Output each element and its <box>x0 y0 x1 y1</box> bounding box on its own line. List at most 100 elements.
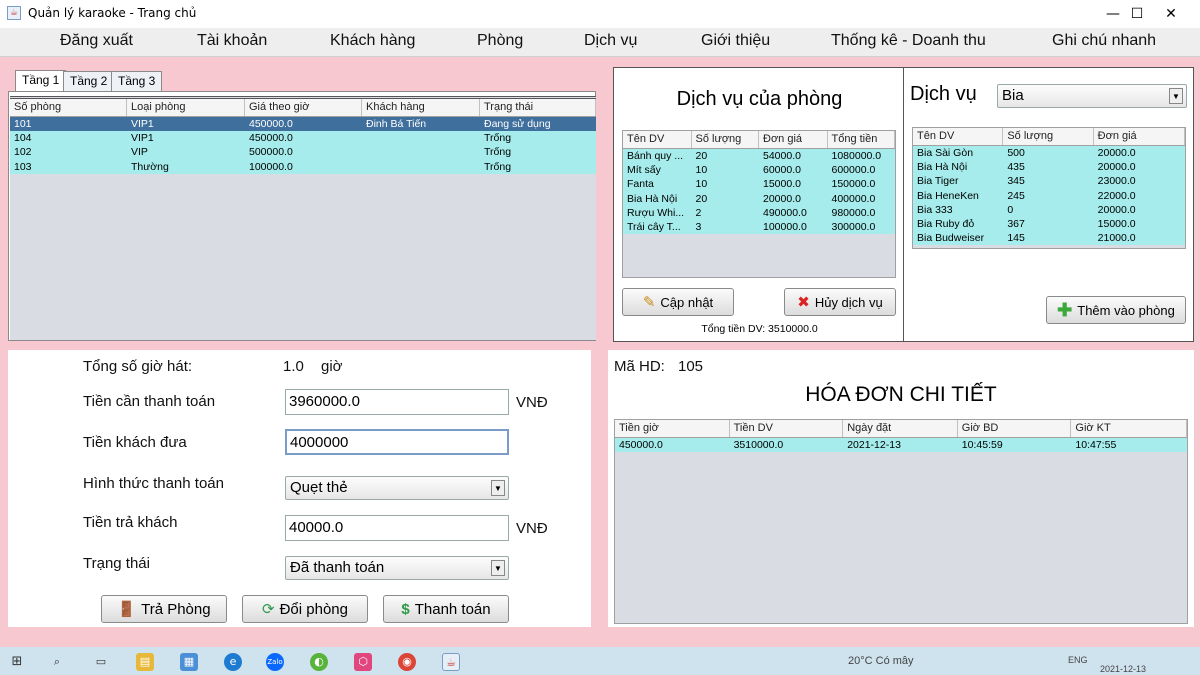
cell: 2021-12-13 <box>847 439 901 451</box>
task-view-icon[interactable]: ▭ <box>92 653 110 671</box>
table-row[interactable]: Bia Budweiser 145 21000.0 <box>913 231 1185 246</box>
col-start-time[interactable]: Giờ BD <box>958 420 1072 437</box>
table-row[interactable]: Bánh quy ... 20 54000.0 1080000.0 <box>623 149 895 164</box>
invoice-table[interactable]: Tiền giờ Tiền DV Ngày đặt Giờ BD Giờ KT … <box>614 419 1188 624</box>
col-unit-price[interactable]: Đơn giá <box>1094 128 1185 145</box>
table-row[interactable]: Bia Hà Nội 435 20000.0 <box>913 160 1185 175</box>
windows-start-icon[interactable]: ⊞ <box>8 653 26 671</box>
edge-icon[interactable]: e <box>224 653 242 671</box>
table-row[interactable]: Fanta 10 15000.0 150000.0 <box>623 177 895 192</box>
checkout-button[interactable]: 🚪 Trả Phòng <box>101 595 227 623</box>
amount-given-field[interactable]: 4000000 <box>285 429 509 455</box>
store-icon[interactable]: ▦ <box>180 653 198 671</box>
menu-logout[interactable]: Đăng xuất <box>60 32 133 50</box>
cancel-service-button[interactable]: ✖ Hủy dịch vụ <box>784 288 896 316</box>
status-select[interactable]: Đã thanh toán ▼ <box>285 556 509 580</box>
cancel-service-label: Hủy dịch vụ <box>814 294 883 310</box>
language-indicator[interactable]: ENG <box>1068 655 1088 665</box>
table-row[interactable]: Bia Hà Nội 20 20000.0 400000.0 <box>623 191 895 206</box>
col-total[interactable]: Tổng tiền <box>828 131 895 148</box>
clock-date[interactable]: 2021-12-13 <box>1100 664 1146 674</box>
tab-floor-1[interactable]: Tầng 1 <box>15 70 67 92</box>
cell: Bia 333 <box>917 203 953 216</box>
cell: 20 <box>695 150 708 162</box>
col-quantity[interactable]: Số lượng <box>1003 128 1094 145</box>
table-row[interactable]: Mít sấy 10 60000.0 600000.0 <box>623 163 895 178</box>
change-field[interactable]: 40000.0 <box>285 515 509 541</box>
weather-text[interactable]: 20°C Có mây <box>848 655 914 667</box>
cell: 400000.0 <box>831 192 876 205</box>
chrome-icon[interactable]: ◉ <box>398 653 416 671</box>
col-customer[interactable]: Khách hàng <box>362 99 480 116</box>
col-room-type[interactable]: Loại phòng <box>127 99 245 116</box>
col-service-name[interactable]: Tên DV <box>913 128 1004 145</box>
zalo-icon[interactable]: Zalo <box>266 653 284 671</box>
menu-services[interactable]: Dịch vụ <box>584 32 637 50</box>
services-table[interactable]: Tên DV Số lượng Đơn giá Bia Sài Gòn 500 20… <box>912 127 1186 249</box>
file-explorer-icon[interactable]: ▤ <box>136 653 154 671</box>
pay-button[interactable]: $ Thanh toán <box>383 595 509 623</box>
tab-floor-3[interactable]: Tầng 3 <box>111 71 163 91</box>
chevron-down-icon[interactable]: ▼ <box>491 560 505 576</box>
col-end-time[interactable]: Giờ KT <box>1071 420 1187 437</box>
services-table-header: Tên DV Số lượng Đơn giá <box>913 128 1185 146</box>
table-row[interactable]: 103 Thường 100000.0 Trống <box>10 159 596 174</box>
search-icon[interactable]: ⌕ <box>48 653 66 671</box>
table-row[interactable]: Trái cây T... 3 100000.0 300000.0 <box>623 219 895 235</box>
close-button[interactable]: ✕ <box>1148 0 1194 28</box>
services-title: Dịch vụ <box>910 83 977 105</box>
table-row[interactable]: 102 VIP 500000.0 Trống <box>10 145 596 160</box>
menu-statistics[interactable]: Thống kê - Doanh thu <box>831 32 986 50</box>
table-row[interactable]: Bia Sài Gòn 500 20000.0 <box>913 146 1185 161</box>
menu-quick-notes[interactable]: Ghi chú nhanh <box>1052 32 1156 50</box>
menu-customers[interactable]: Khách hàng <box>330 32 415 50</box>
table-row[interactable]: 104 VIP1 450000.0 Trống <box>10 131 596 146</box>
table-row[interactable]: Bia Tiger 345 23000.0 <box>913 174 1185 189</box>
invoice-table-header: Tiền giờ Tiền DV Ngày đặt Giờ BD Giờ KT <box>615 420 1187 438</box>
payment-panel: Tổng số giờ hát: 1.0 giờ Tiền cần thanh … <box>8 350 591 627</box>
col-hour-fee[interactable]: Tiền giờ <box>615 420 730 437</box>
java-icon[interactable]: ☕ <box>442 653 460 671</box>
due-currency: VNĐ <box>516 394 548 411</box>
dollar-icon: $ <box>401 600 410 618</box>
chevron-down-icon[interactable]: ▼ <box>1169 88 1183 104</box>
room-services-table[interactable]: Tên DV Số lượng Đơn giá Tổng tiền Bánh q… <box>622 130 896 278</box>
col-unit-price[interactable]: Đơn giá <box>759 131 828 148</box>
cell: 20000.0 <box>1097 203 1136 216</box>
table-row[interactable]: Bia 333 0 20000.0 <box>913 202 1185 217</box>
coccoc-icon[interactable]: ◐ <box>310 653 328 671</box>
rooms-table[interactable]: Số phòng Loại phòng Giá theo giờ Khách h… <box>10 96 596 340</box>
col-quantity[interactable]: Số lượng <box>692 131 759 148</box>
tab-floor-2[interactable]: Tầng 2 <box>63 71 115 91</box>
add-to-room-button[interactable]: ✚ Thêm vào phòng <box>1046 296 1186 324</box>
table-row[interactable]: 101 VIP1 450000.0 Đinh Bá Tiến Đang sử d… <box>10 117 596 132</box>
menu-about[interactable]: Giới thiệu <box>701 32 770 50</box>
cell: 100000.0 <box>249 160 293 173</box>
service-category-select[interactable]: Bia ▼ <box>997 84 1187 108</box>
table-row[interactable]: Rượu Whi... 2 490000.0 980000.0 <box>623 205 895 220</box>
switch-room-button[interactable]: ⟳ Đổi phòng <box>242 595 368 623</box>
menu-rooms[interactable]: Phòng <box>477 32 523 50</box>
col-booking-date[interactable]: Ngày đặt <box>843 420 958 437</box>
app-icon[interactable]: ⬡ <box>354 653 372 671</box>
table-row[interactable]: Bia HeneKen 245 22000.0 <box>913 188 1185 203</box>
menu-account[interactable]: Tài khoản <box>197 32 267 50</box>
col-hourly-price[interactable]: Giá theo giờ <box>245 99 362 116</box>
table-row[interactable]: 450000.0 3510000.0 2021-12-13 10:45:59 1… <box>615 438 1187 453</box>
col-status[interactable]: Trạng thái <box>480 99 596 116</box>
menu-bar: Đăng xuất Tài khoản Khách hàng Phòng Dịc… <box>0 28 1200 57</box>
cell: 300000.0 <box>831 220 876 233</box>
cell: 245 <box>1007 189 1025 202</box>
hours-value: 1.0 <box>283 358 304 375</box>
update-button-label: Cập nhật <box>660 294 714 310</box>
payment-method-select[interactable]: Quẹt thẻ ▼ <box>285 476 509 500</box>
col-service-fee[interactable]: Tiền DV <box>730 420 844 437</box>
col-room-number[interactable]: Số phòng <box>10 99 127 116</box>
table-row[interactable]: Bia Ruby đỏ 367 15000.0 <box>913 216 1185 232</box>
chevron-down-icon[interactable]: ▼ <box>491 480 505 496</box>
cell: Bia HeneKen <box>917 189 979 202</box>
col-service-name[interactable]: Tên DV <box>623 131 692 148</box>
update-button[interactable]: ✎ Cập nhật <box>622 288 734 316</box>
amount-due-field[interactable]: 3960000.0 <box>285 389 509 415</box>
status-value: Đã thanh toán <box>290 559 385 576</box>
